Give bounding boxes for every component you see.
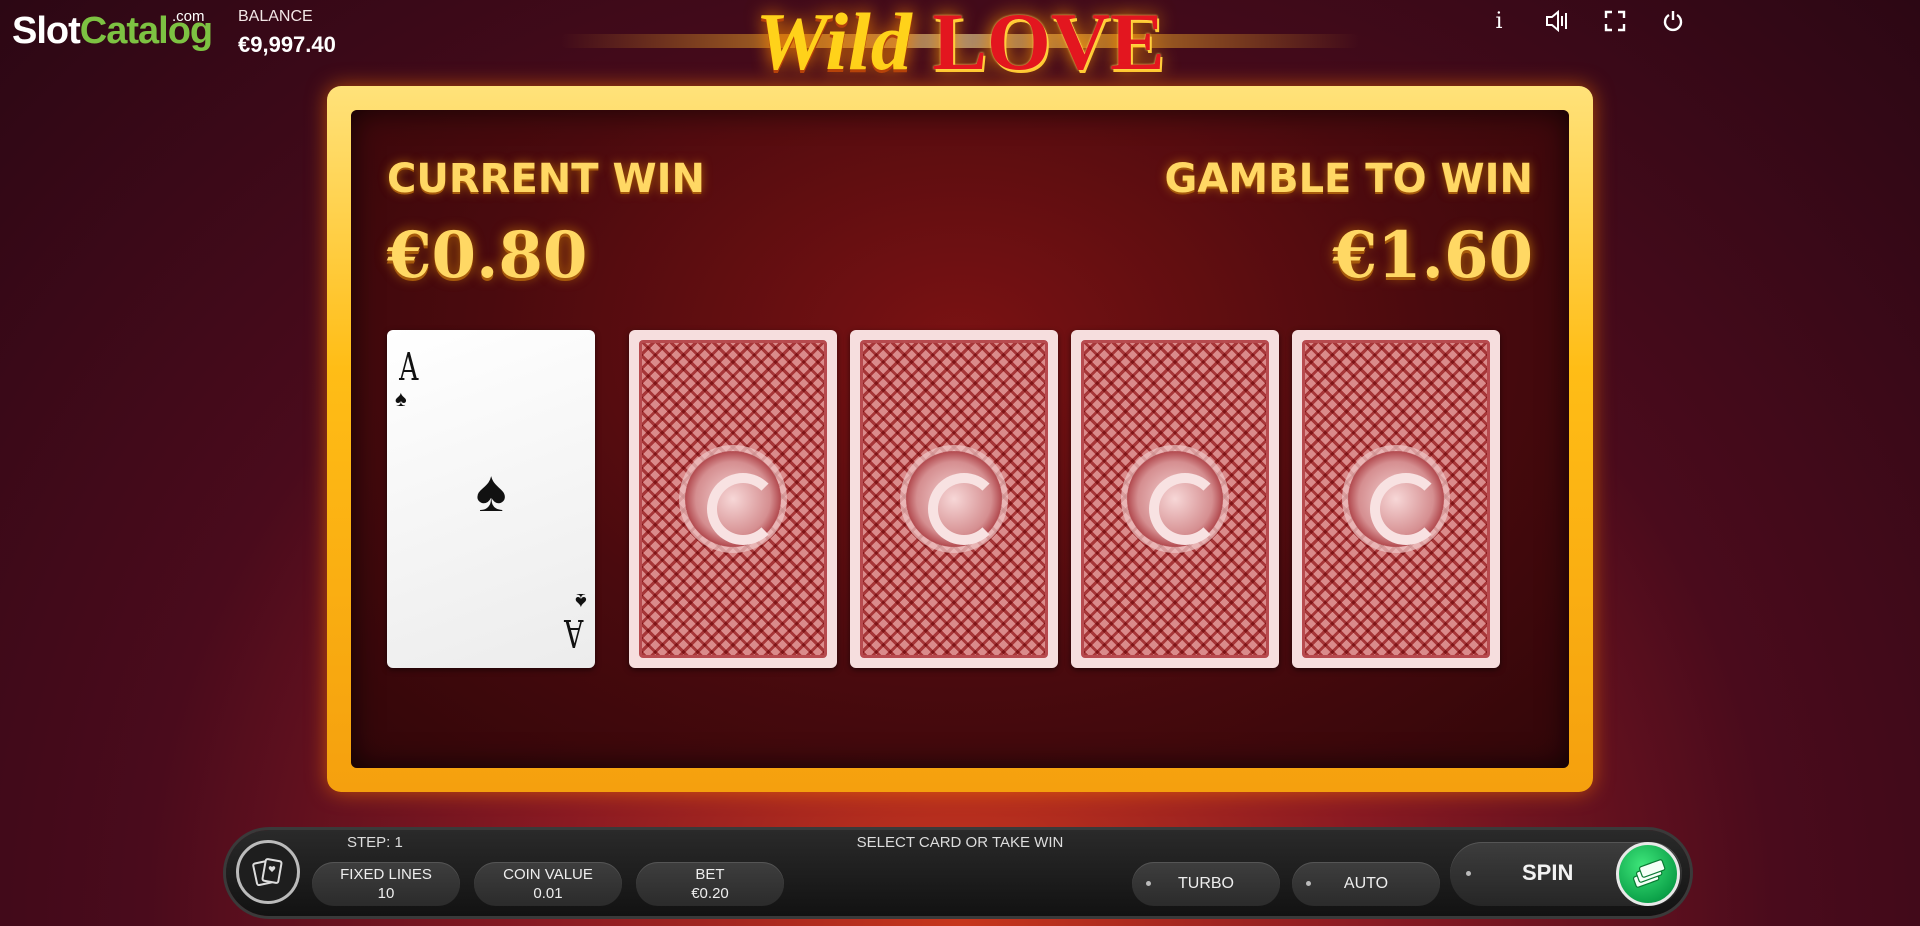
card-back-pattern [1081, 340, 1269, 658]
power-icon[interactable] [1644, 6, 1702, 36]
hidden-card-2[interactable] [850, 330, 1058, 668]
spin-label: SPIN [1522, 860, 1574, 885]
game-screen: SlotCatalog .com BALANCE €9,997.40 Wild … [0, 0, 1920, 926]
bet-selector[interactable]: BET €0.20 [636, 862, 784, 906]
gamble-to-win-value: €1.60 [1332, 218, 1533, 293]
coin-value-selector[interactable]: COIN VALUE 0.01 [474, 862, 622, 906]
spin-button[interactable]: SPIN [1450, 842, 1682, 906]
card-back-emblem-icon [906, 451, 1002, 547]
hidden-card-1[interactable] [629, 330, 837, 668]
card-back-pattern [860, 340, 1048, 658]
info-glyph: i [1495, 8, 1503, 34]
collect-money-icon[interactable] [1616, 842, 1680, 906]
auto-toggle[interactable]: AUTO [1292, 862, 1440, 906]
turbo-label: TURBO [1178, 875, 1234, 892]
logo-wild: Wild [755, 0, 912, 87]
sound-icon[interactable] [1528, 6, 1586, 36]
turbo-indicator-icon [1146, 881, 1151, 886]
auto-indicator-icon [1306, 881, 1311, 886]
dealer-card: A ♠ ♠ ♠ A [387, 330, 595, 668]
fixed-lines-label: FIXED LINES [340, 866, 432, 883]
bet-value: €0.20 [691, 885, 729, 902]
paytable-button[interactable] [236, 840, 300, 904]
card-rank-bottom: A [563, 611, 583, 655]
fullscreen-icon[interactable] [1586, 6, 1644, 36]
fixed-lines-value: 10 [377, 885, 395, 902]
bet-label: BET [695, 866, 725, 883]
spade-icon: ♠ [395, 386, 407, 411]
spade-icon: ♠ [475, 459, 507, 524]
card-back-emblem-icon [1127, 451, 1223, 547]
info-icon[interactable]: i [1470, 6, 1528, 36]
card-rank-top: A [399, 345, 419, 389]
gamble-to-win-label: GAMBLE TO WIN [1164, 156, 1533, 202]
coin-value-label: COIN VALUE [503, 866, 593, 883]
turbo-toggle[interactable]: TURBO [1132, 862, 1280, 906]
logo-love: LOVE [932, 0, 1165, 87]
card-back-pattern [639, 340, 827, 658]
current-win-value: €0.80 [387, 218, 588, 293]
auto-label: AUTO [1343, 875, 1389, 892]
card-back-emblem-icon [1348, 451, 1444, 547]
coin-value-value: 0.01 [533, 885, 563, 902]
spin-indicator-icon [1466, 871, 1471, 876]
top-toolbar: i [1470, 6, 1702, 36]
current-win-label: CURRENT WIN [387, 156, 705, 202]
hidden-card-4[interactable] [1292, 330, 1500, 668]
fixed-lines-display: FIXED LINES 10 [312, 862, 460, 906]
cards-icon [252, 858, 283, 887]
hidden-card-3[interactable] [1071, 330, 1279, 668]
gamble-board: CURRENT WIN €0.80 GAMBLE TO WIN €1.60 A … [351, 110, 1569, 768]
card-back-pattern [1302, 340, 1490, 658]
card-back-emblem-icon [685, 451, 781, 547]
gamble-frame: CURRENT WIN €0.80 GAMBLE TO WIN €1.60 A … [327, 86, 1593, 792]
